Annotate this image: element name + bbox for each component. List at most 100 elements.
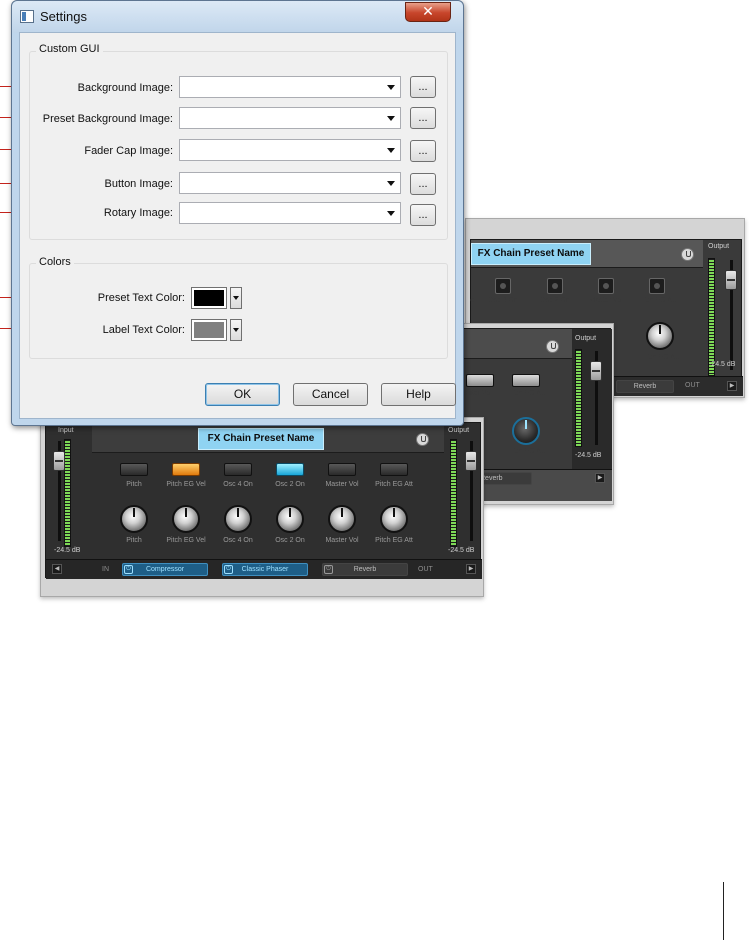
output-fader[interactable]	[465, 451, 477, 471]
toggle-button[interactable]	[547, 278, 563, 294]
title-bar[interactable]: Settings ✕	[12, 1, 463, 33]
rotary-knob[interactable]	[328, 505, 356, 533]
knob-label: Osc 4 On	[223, 537, 253, 544]
rotary-knob[interactable]	[172, 505, 200, 533]
input-label: Input	[58, 427, 74, 434]
rotary-image-browse-button[interactable]: ...	[410, 204, 436, 226]
preset-text-color-fill	[194, 290, 224, 306]
rotary-knob[interactable]	[646, 322, 674, 350]
chain-slot[interactable]: ⏻ Compressor	[122, 563, 208, 576]
switch-label: Pitch EG Att	[375, 481, 413, 488]
custom-gui-group-label: Custom GUI	[36, 43, 103, 55]
chevron-down-icon[interactable]	[387, 85, 395, 90]
switch-label: Pitch EG Att	[507, 390, 545, 397]
slot-power-icon[interactable]: ⏻	[124, 565, 133, 574]
dialog-client-area: Custom GUI Background Image: ... Preset …	[19, 32, 456, 419]
preset-text-color-swatch[interactable]	[191, 287, 227, 309]
toggle-button[interactable]	[120, 463, 148, 476]
chain-slot-label: Compressor	[145, 566, 185, 573]
chain-slot[interactable]: Reverb	[476, 472, 532, 485]
toggle-button[interactable]	[276, 463, 304, 476]
knob-label: Pitch	[126, 537, 142, 544]
knob-label: Pitch EG Att	[507, 448, 545, 455]
slot-power-icon[interactable]: ⏻	[324, 565, 333, 574]
toggle-button[interactable]	[380, 463, 408, 476]
next-arrow-icon[interactable]: ▶	[727, 381, 737, 391]
toggle-button[interactable]	[512, 374, 540, 387]
preset-background-image-browse-button[interactable]: ...	[410, 107, 436, 129]
colors-group	[29, 263, 448, 359]
power-icon[interactable]	[546, 340, 559, 353]
preset-background-image-combo[interactable]	[179, 107, 401, 129]
window-title: Settings	[40, 9, 87, 24]
fx-panel-front-body: Input -24.5 dB FX Chain Preset Name Pitc…	[45, 422, 482, 579]
output-level: -24.5 dB	[448, 547, 475, 554]
preset-background-image-label: Preset Background Image:	[42, 113, 173, 125]
toggle-button[interactable]	[495, 278, 511, 294]
input-fader[interactable]	[53, 451, 65, 471]
toggle-button[interactable]	[328, 463, 356, 476]
rotary-image-combo[interactable]	[179, 202, 401, 224]
chevron-down-icon[interactable]	[387, 211, 395, 216]
next-arrow-icon[interactable]: ▶	[595, 473, 605, 483]
knob-label: Master Vol	[325, 537, 359, 544]
rotary-image-label: Rotary Image:	[103, 207, 173, 219]
background-image-label: Background Image:	[77, 82, 173, 94]
knob-label: Pitch EG Att	[375, 537, 413, 544]
rotary-knob[interactable]	[224, 505, 252, 533]
slot-power-icon[interactable]: ⏻	[224, 565, 233, 574]
rotary-knob[interactable]	[512, 417, 540, 445]
chain-slot[interactable]: Reverb	[616, 380, 674, 393]
output-label: Output	[448, 427, 470, 434]
ok-button[interactable]: OK	[205, 383, 280, 406]
rotary-knob[interactable]	[380, 505, 408, 533]
close-button[interactable]: ✕	[405, 2, 451, 22]
fader-cap-image-combo[interactable]	[179, 139, 401, 161]
output-fader[interactable]	[590, 361, 602, 381]
button-image-browse-button[interactable]: ...	[410, 173, 436, 195]
toggle-button[interactable]	[598, 278, 614, 294]
rotary-knob[interactable]	[120, 505, 148, 533]
output-meter	[450, 439, 457, 547]
toggle-button[interactable]	[466, 374, 494, 387]
chevron-down-icon[interactable]	[387, 116, 395, 121]
power-icon[interactable]	[681, 248, 694, 261]
page-margin-rule	[723, 882, 724, 940]
preset-name-display[interactable]: FX Chain Preset Name	[198, 428, 324, 450]
chain-slot[interactable]: ⏻ Reverb	[322, 563, 408, 576]
preset-name-display[interactable]: FX Chain Preset Name	[471, 243, 591, 265]
label-text-color-swatch[interactable]	[191, 319, 227, 341]
rotary-knob[interactable]	[276, 505, 304, 533]
switch-label: Osc 4 On	[488, 297, 518, 304]
output-level: -24.5 dB	[575, 452, 602, 459]
cancel-button[interactable]: Cancel	[293, 383, 368, 406]
help-button[interactable]: Help	[381, 383, 456, 406]
chain-slot-label: Classic Phaser	[241, 566, 289, 573]
prev-arrow-icon[interactable]: ◀	[52, 564, 62, 574]
chain-slot-label: Reverb	[353, 566, 377, 573]
background-image-browse-button[interactable]: ...	[410, 76, 436, 98]
fader-cap-image-label: Fader Cap Image:	[84, 145, 173, 157]
switch-label: Osc 4 On	[223, 481, 253, 488]
chevron-down-icon[interactable]	[387, 148, 395, 153]
in-label: IN	[102, 566, 109, 573]
toggle-button[interactable]	[224, 463, 252, 476]
preset-text-color-dropdown[interactable]	[230, 287, 242, 309]
output-label: Output	[708, 243, 730, 250]
switch-label: Master Vol	[589, 297, 623, 304]
button-image-combo[interactable]	[179, 172, 401, 194]
chevron-down-icon[interactable]	[387, 181, 395, 186]
power-icon[interactable]	[416, 433, 429, 446]
next-arrow-icon[interactable]: ▶	[466, 564, 476, 574]
toggle-button[interactable]	[172, 463, 200, 476]
label-text-color-dropdown[interactable]	[230, 319, 242, 341]
chain-slot[interactable]: ⏻ Classic Phaser	[222, 563, 308, 576]
button-image-label: Button Image:	[104, 178, 174, 190]
label-text-color-label: Label Text Color:	[102, 324, 185, 336]
fader-cap-image-browse-button[interactable]: ...	[410, 140, 436, 162]
switch-label: Osc 2 On	[275, 481, 305, 488]
toggle-button[interactable]	[649, 278, 665, 294]
output-fader[interactable]	[725, 270, 737, 290]
switch-label: Pitch EG Vel	[166, 481, 206, 488]
background-image-combo[interactable]	[179, 76, 401, 98]
